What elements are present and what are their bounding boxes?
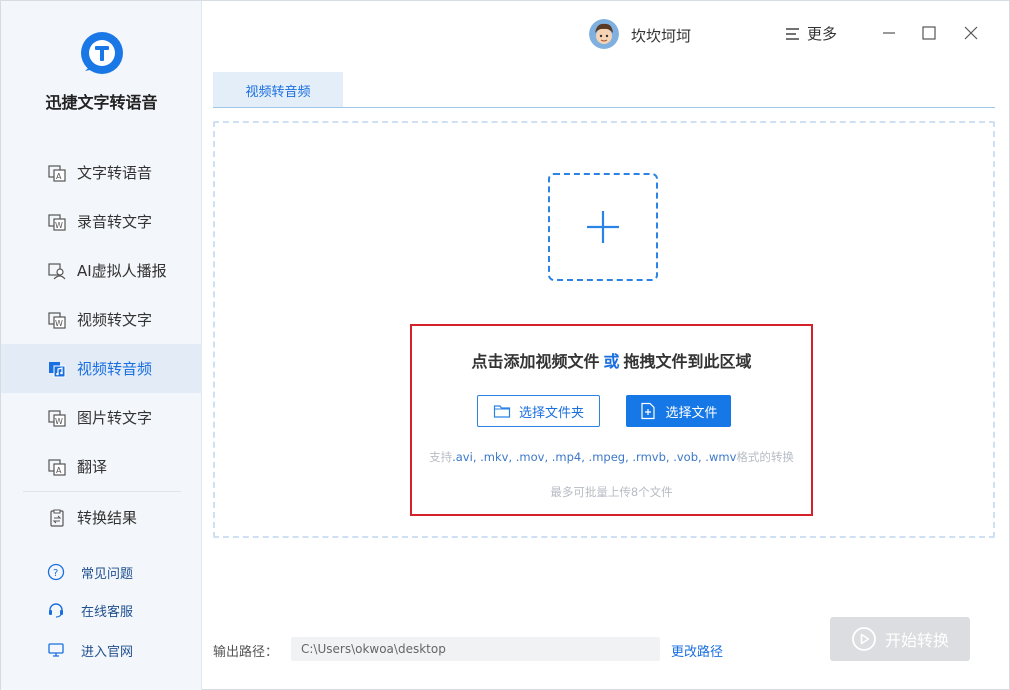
folder-icon — [493, 405, 511, 418]
headline-drag: 拖拽文件到此区域 — [623, 352, 752, 371]
sidebar: 迅捷文字转语音 A 文字转语音 W 录音转文字 AI虚拟人播报 W 视频转文字 … — [1, 1, 202, 690]
image-to-text-icon: W — [47, 408, 67, 428]
app-logo-icon — [81, 32, 123, 74]
sidebar-item-label: AI虚拟人播报 — [77, 262, 167, 280]
close-icon — [964, 26, 978, 40]
maximize-button[interactable] — [919, 23, 939, 43]
sidebar-nav: A 文字转语音 W 录音转文字 AI虚拟人播报 W 视频转文字 视频转音频 W … — [1, 148, 202, 491]
select-folder-button[interactable]: 选择文件夹 — [477, 395, 600, 427]
play-icon — [852, 627, 876, 651]
headline-or: 或 — [603, 352, 620, 371]
help-item-label: 进入官网 — [81, 644, 134, 660]
plus-icon — [587, 211, 619, 243]
sidebar-item-label: 文字转语音 — [77, 164, 153, 182]
video-to-text-icon: W — [47, 310, 67, 330]
sidebar-item-ai-avatar[interactable]: AI虚拟人播报 — [1, 246, 202, 295]
headset-icon — [47, 601, 65, 619]
help-item-label: 在线客服 — [81, 604, 134, 620]
tab-underline — [213, 107, 995, 108]
help-item-support[interactable]: 在线客服 — [1, 591, 202, 629]
username[interactable]: 坎坎坷坷 — [631, 25, 691, 46]
formats-prefix: 支持 — [429, 450, 453, 464]
translate-icon: A — [47, 457, 67, 477]
sidebar-item-label: 录音转文字 — [77, 213, 153, 231]
sidebar-item-video-to-text[interactable]: W 视频转文字 — [1, 295, 202, 344]
svg-text:W: W — [55, 319, 63, 328]
supported-formats: 支持.avi, .mkv, .mov, .mp4, .mpeg, .rmvb, … — [412, 449, 811, 465]
add-file-button[interactable] — [548, 173, 658, 281]
svg-text:W: W — [55, 417, 63, 426]
video-to-audio-icon — [47, 359, 67, 379]
sidebar-item-label: 翻译 — [77, 458, 108, 476]
svg-text:?: ? — [53, 568, 58, 579]
headline-click-add: 点击添加视频文件 — [471, 352, 600, 371]
results-icon — [47, 508, 67, 528]
sidebar-item-image-to-text[interactable]: W 图片转文字 — [1, 393, 202, 442]
sidebar-item-label: 视频转音频 — [77, 360, 153, 378]
monitor-icon — [47, 641, 65, 659]
formats-list: .avi, .mkv, .mov, .mp4, .mpeg, .rmvb, .v… — [452, 450, 737, 464]
output-path-field[interactable]: C:\Users\okwoa\desktop — [291, 637, 660, 661]
more-label: 更多 — [807, 25, 838, 43]
sidebar-divider — [23, 491, 181, 492]
sidebar-item-label: 转换结果 — [77, 509, 138, 527]
close-button[interactable] — [961, 23, 981, 43]
tab-video-to-audio[interactable]: 视频转音频 — [213, 72, 343, 108]
question-icon: ? — [47, 563, 65, 581]
output-path-label: 输出路径： — [213, 645, 279, 660]
change-path-link[interactable]: 更改路径 — [671, 641, 723, 660]
minimize-button[interactable] — [879, 23, 899, 43]
help-item-faq[interactable]: ? 常见问题 — [1, 553, 202, 591]
sidebar-item-results[interactable]: 转换结果 — [1, 493, 202, 542]
help-item-website[interactable]: 进入官网 — [1, 631, 202, 669]
select-file-label: 选择文件 — [665, 405, 718, 421]
sidebar-item-text-to-speech[interactable]: A 文字转语音 — [1, 148, 202, 197]
sidebar-item-audio-to-text[interactable]: W 录音转文字 — [1, 197, 202, 246]
maximize-icon — [922, 26, 936, 40]
help-item-label: 常见问题 — [81, 566, 134, 582]
help-links: ? 常见问题 在线客服 进入官网 — [1, 553, 202, 669]
start-convert-button[interactable]: 开始转换 — [830, 617, 970, 661]
select-file-button[interactable]: 选择文件 — [626, 395, 731, 427]
upload-instructions-panel: 点击添加视频文件或拖拽文件到此区域 选择文件夹 选择文件 支持.avi, .mk… — [410, 324, 813, 516]
sidebar-item-label: 图片转文字 — [77, 409, 153, 427]
upload-limit-text: 最多可批量上传8个文件 — [550, 485, 673, 499]
sidebar-item-translate[interactable]: A 翻译 — [1, 442, 202, 491]
sidebar-results: 转换结果 — [1, 493, 202, 542]
drop-headline: 点击添加视频文件或拖拽文件到此区域 — [412, 348, 811, 372]
text-to-speech-icon: A — [47, 163, 67, 183]
app-name: 迅捷文字转语音 — [45, 93, 158, 112]
svg-text:A: A — [56, 172, 62, 181]
svg-text:W: W — [55, 221, 63, 230]
start-convert-label: 开始转换 — [884, 631, 949, 650]
select-folder-label: 选择文件夹 — [518, 405, 584, 421]
ai-avatar-icon — [47, 261, 67, 281]
sidebar-item-video-to-audio[interactable]: 视频转音频 — [1, 344, 202, 393]
svg-text:A: A — [56, 466, 62, 475]
sidebar-item-label: 视频转文字 — [77, 311, 153, 329]
formats-suffix: 格式的转换 — [736, 450, 794, 464]
avatar[interactable] — [589, 19, 619, 49]
app-window: 迅捷文字转语音 A 文字转语音 W 录音转文字 AI虚拟人播报 W 视频转文字 … — [0, 0, 1010, 690]
more-menu-button[interactable]: 更多 — [785, 23, 837, 44]
minimize-icon — [883, 32, 895, 34]
add-file-icon — [641, 402, 656, 420]
audio-to-text-icon: W — [47, 212, 67, 232]
menu-icon — [786, 27, 799, 40]
